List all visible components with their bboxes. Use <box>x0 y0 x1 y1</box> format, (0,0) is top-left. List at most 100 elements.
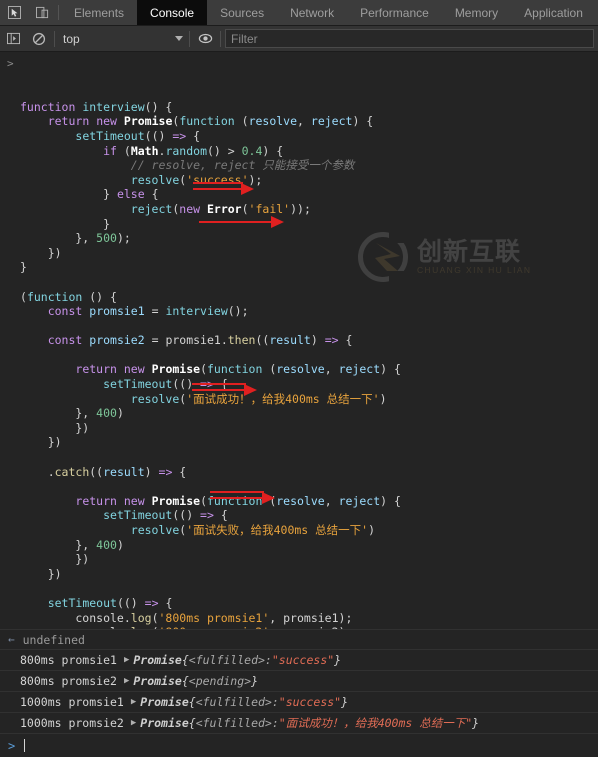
code-token: ( <box>200 362 207 377</box>
chevron-down-icon <box>175 36 183 41</box>
return-value-arrow-icon: ← <box>8 633 15 646</box>
code-line: } <box>20 217 598 232</box>
tab-memory[interactable]: Memory <box>442 0 511 25</box>
expand-disclosure-icon[interactable]: ▶ <box>124 676 129 686</box>
code-token: (() <box>144 128 173 143</box>
code-token: ) { <box>380 493 401 508</box>
code-token: { <box>172 464 187 479</box>
code-token: => <box>200 377 214 392</box>
code-token: '面试失败，给我400ms 总结一下' <box>186 523 369 537</box>
object-type-label: Promise <box>140 695 189 709</box>
execution-context-label: top <box>63 31 80 46</box>
promise-value: "success" <box>278 695 342 709</box>
input-prompt-chevron: > <box>7 57 14 70</box>
code-token: ) <box>116 537 124 552</box>
code-token: ( <box>20 289 27 304</box>
code-token: ( <box>151 610 159 625</box>
code-token: function <box>207 493 263 508</box>
execution-context-selector[interactable]: top <box>57 29 187 49</box>
promise-value: "success" <box>271 653 335 667</box>
code-token: '面试成功！，给我400ms 总结一下' <box>186 391 380 406</box>
code-token: { <box>158 595 173 610</box>
console-log-row: 800ms promsie2 ▶ Promise {<pending>} <box>0 670 598 691</box>
code-line: }, 400) <box>20 406 598 421</box>
console-filterbar: top <box>0 26 598 52</box>
tab-sources[interactable]: Sources <box>207 0 277 25</box>
tab-network[interactable]: Network <box>277 0 347 25</box>
code-line: }, 500); <box>20 231 598 246</box>
clear-console-icon-svg <box>32 32 46 45</box>
code-line: return new Promise(function (resolve, re… <box>20 114 598 129</box>
code-token: setTimeout <box>75 128 145 143</box>
code-token: = <box>144 304 166 319</box>
console-sidebar-icon[interactable] <box>0 26 26 52</box>
code-line: }) <box>20 435 598 450</box>
code-token: ( <box>262 362 277 377</box>
code-token: } <box>20 216 111 231</box>
code-token: return <box>75 362 117 377</box>
code-token: reject <box>338 493 381 508</box>
code-line: } else { <box>20 187 598 202</box>
live-expression-icon[interactable] <box>192 26 218 52</box>
code-token: () > <box>207 143 242 158</box>
tab-elements[interactable]: Elements <box>61 0 137 25</box>
expand-disclosure-icon[interactable]: ▶ <box>131 718 136 728</box>
code-token: { <box>213 508 228 523</box>
promise-state-label: <fulfilled>: <box>195 695 279 709</box>
code-token: => <box>158 464 173 479</box>
console-log-row: 1000ms promsie1 ▶ Promise {<fulfilled>: "s… <box>0 691 598 712</box>
code-token: => <box>172 128 187 143</box>
code-token: (); <box>227 304 249 319</box>
object-open-brace: { <box>181 653 189 667</box>
code-token: ) <box>144 464 159 479</box>
code-token: () { <box>144 99 173 114</box>
tab-application[interactable]: Application <box>511 0 596 25</box>
code-token: (( <box>255 333 270 348</box>
code-token: reject <box>338 362 381 377</box>
code-line: } <box>20 260 598 275</box>
code-token: ) { <box>352 114 374 129</box>
code-token: ( <box>262 493 277 508</box>
log-message-label: 800ms promsie2 <box>20 674 117 688</box>
code-token: setTimeout <box>103 377 173 392</box>
code-token: const <box>47 304 83 319</box>
console-prompt-row[interactable]: > <box>0 733 598 757</box>
log-message-label: 1000ms promsie2 <box>20 716 124 730</box>
code-token: result <box>269 333 311 348</box>
inspect-cursor-icon[interactable] <box>0 0 28 25</box>
code-token: return <box>47 114 90 129</box>
code-token: => <box>324 333 339 348</box>
filter-input[interactable] <box>225 29 594 48</box>
code-token: 0.4 <box>241 143 263 158</box>
code-line: resolve('面试失败，给我400ms 总结一下') <box>20 523 598 538</box>
code-token: new <box>123 362 145 377</box>
code-token: Error <box>206 201 242 216</box>
code-token: 400 <box>96 406 117 421</box>
code-token: . <box>20 464 55 479</box>
code-line: .catch((result) => { <box>20 465 598 480</box>
tab-performance[interactable]: Performance <box>347 0 442 25</box>
clear-console-icon[interactable] <box>26 26 52 52</box>
expand-disclosure-icon[interactable]: ▶ <box>131 697 136 707</box>
code-line: if (Math.random() > 0.4) { <box>20 144 598 159</box>
code-line: }, 400) <box>20 538 598 553</box>
code-token: 'fail' <box>248 201 291 216</box>
code-token: then <box>227 333 256 348</box>
code-token: () { <box>82 289 117 304</box>
eval-result-row: ← undefined <box>0 629 598 649</box>
tab-console[interactable]: Console <box>137 0 208 25</box>
device-toolbar-icon[interactable] <box>28 0 56 25</box>
expand-disclosure-icon[interactable]: ▶ <box>124 655 129 665</box>
code-token: interview <box>165 304 228 319</box>
eval-result-value: undefined <box>22 632 85 647</box>
code-token: resolve <box>130 391 180 406</box>
